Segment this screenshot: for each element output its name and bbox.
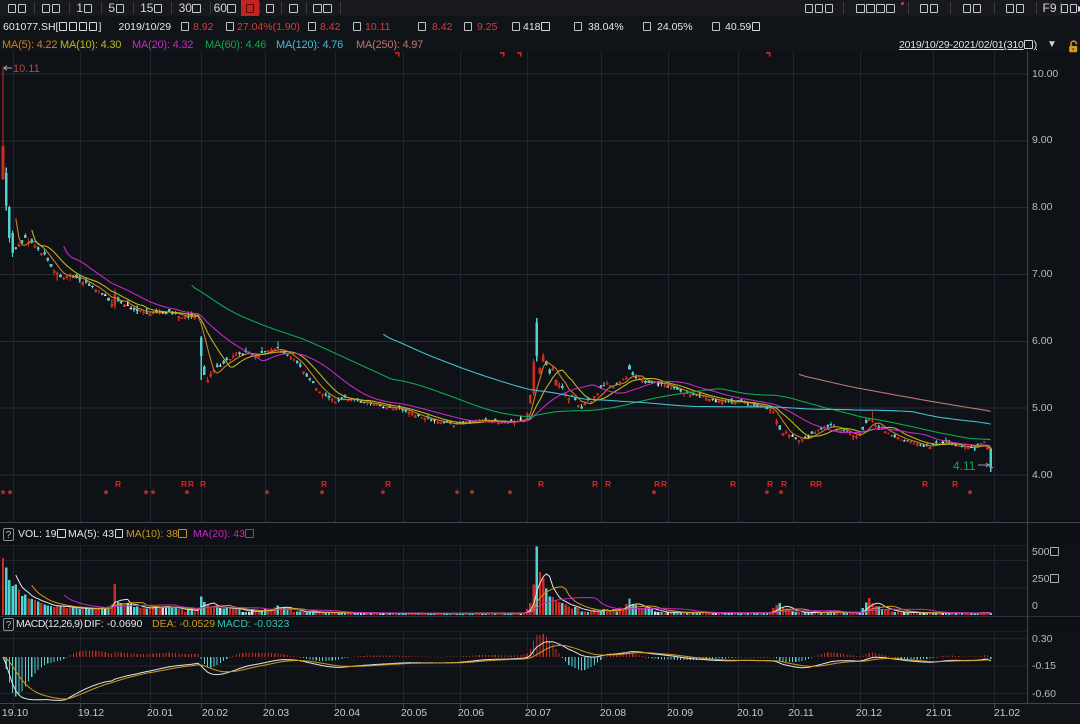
svg-text:R: R xyxy=(605,479,611,489)
svg-text:R: R xyxy=(115,479,121,489)
svg-text:R: R xyxy=(592,479,598,489)
svg-text:R: R xyxy=(654,479,660,489)
svg-text:R: R xyxy=(922,479,928,489)
svg-text:R: R xyxy=(952,479,958,489)
svg-text:R: R xyxy=(730,479,736,489)
svg-text:4.11: 4.11 xyxy=(953,459,976,473)
svg-text:R: R xyxy=(181,479,187,489)
svg-text:R: R xyxy=(538,479,544,489)
svg-text:R: R xyxy=(200,479,206,489)
svg-text:R: R xyxy=(188,479,194,489)
svg-text:R: R xyxy=(385,479,391,489)
svg-text:R: R xyxy=(767,479,773,489)
svg-text:R: R xyxy=(321,479,327,489)
svg-text:R: R xyxy=(661,479,667,489)
svg-text:R: R xyxy=(816,479,822,489)
svg-text:10.11: 10.11 xyxy=(13,63,40,75)
svg-text:R: R xyxy=(781,479,787,489)
